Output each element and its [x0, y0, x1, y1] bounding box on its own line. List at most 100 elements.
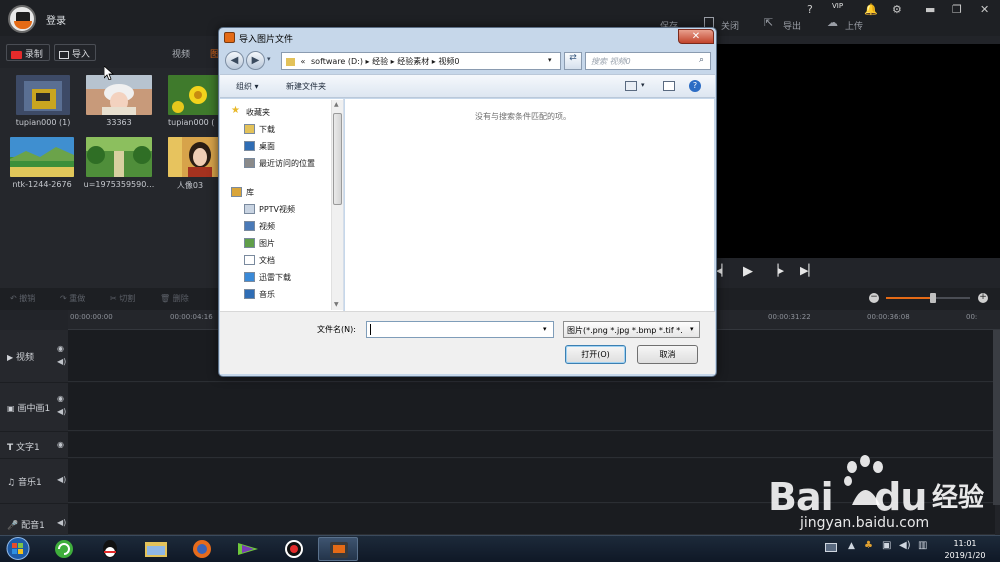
redo-button[interactable]: ↷ 重做 — [60, 293, 85, 304]
back-arrow-icon[interactable]: ◀ — [225, 51, 244, 70]
eye-icon[interactable]: ◉ — [57, 394, 64, 403]
restore-icon[interactable]: ❐ — [952, 3, 962, 16]
file-list[interactable]: 没有与搜索条件匹配的项。 — [345, 99, 714, 311]
breadcrumb[interactable]: 经验 — [372, 57, 388, 66]
help-icon[interactable]: ? — [689, 80, 701, 92]
filetype-dropdown-icon[interactable]: ▾ — [690, 325, 694, 333]
address-bar[interactable]: « software (D:) ▸ 经验 ▸ 经验素材 ▸ 视频0 ▾ — [281, 52, 561, 70]
forward-arrow-icon[interactable]: ▶ — [246, 51, 265, 70]
nav-item[interactable]: 库 — [231, 184, 341, 200]
search-input[interactable]: 搜索 视频0 — [585, 52, 711, 70]
media-thumb[interactable] — [86, 137, 152, 177]
skip-end-icon[interactable]: ▶▏ — [800, 264, 817, 277]
help-icon[interactable]: ? — [807, 3, 813, 16]
zoom-out-icon[interactable]: − — [869, 293, 879, 303]
scroll-down-icon[interactable]: ▼ — [334, 301, 339, 308]
open-button[interactable]: 打开(O) — [565, 345, 626, 364]
watermark-cn: 经验 — [932, 483, 985, 513]
start-button[interactable] — [3, 536, 33, 561]
thunder-download-icon — [244, 272, 255, 282]
media-thumb[interactable] — [168, 75, 220, 115]
taskbar-app-360[interactable] — [44, 537, 84, 561]
taskbar-clock[interactable]: 11:01 2019/1/20 — [935, 538, 995, 562]
media-label: u=1975359590… — [83, 180, 155, 189]
volume-icon[interactable]: ◀) — [57, 475, 66, 484]
nav-scrollbar[interactable]: ▲ ▼ — [331, 100, 343, 310]
media-thumb[interactable] — [16, 75, 70, 115]
tray-network-icon[interactable]: ▥ — [918, 540, 927, 551]
media-thumb[interactable] — [168, 137, 220, 177]
nav-item[interactable]: ★ 收藏夹 — [231, 104, 341, 120]
volume-icon[interactable]: ◀) — [57, 357, 66, 366]
media-label: tupian000 ( — [168, 118, 215, 127]
address-dropdown-icon[interactable]: ▾ — [548, 56, 552, 64]
refresh-icon[interactable]: ⇄ — [564, 52, 582, 70]
scroll-thumb[interactable] — [333, 113, 342, 205]
taskbar-app-qq[interactable] — [90, 537, 130, 561]
import-button[interactable]: 导入 — [54, 44, 96, 61]
next-frame-icon[interactable]: ▕▸ — [770, 264, 784, 277]
upload-button[interactable]: 上传 — [845, 19, 863, 32]
export-button[interactable]: 导出 — [783, 19, 801, 32]
track-music-name: 音乐1 — [17, 478, 42, 488]
volume-icon[interactable]: ◀) — [57, 407, 66, 416]
breadcrumb[interactable]: 视频0 — [438, 57, 459, 66]
minimize-icon[interactable]: ▬ — [925, 3, 935, 16]
zoom-slider-handle[interactable] — [930, 293, 936, 303]
login-link[interactable]: 登录 — [46, 12, 66, 27]
record-button[interactable]: 录制 — [6, 44, 50, 61]
tray-keyboard-icon[interactable] — [825, 543, 837, 552]
media-thumb[interactable] — [10, 137, 74, 177]
eye-icon[interactable]: ◉ — [57, 440, 64, 449]
taskbar-app-explorer[interactable] — [136, 537, 176, 561]
delete-button[interactable]: 🗑 删除 — [160, 293, 189, 304]
upload-icon: ☁ — [827, 16, 838, 29]
preview-pane-icon[interactable] — [663, 81, 675, 91]
breadcrumb-overflow[interactable]: « — [301, 57, 306, 66]
track-pip[interactable] — [68, 383, 995, 431]
tray-volume-icon[interactable]: ◀) — [899, 540, 911, 551]
taskbar-app-firefox[interactable] — [182, 537, 222, 561]
new-folder-button[interactable]: 新建文件夹 — [286, 81, 326, 92]
zoom-in-icon[interactable]: + — [978, 293, 988, 303]
settings-gear-icon[interactable]: ⚙ — [892, 3, 902, 16]
close-project-button[interactable]: 关闭 — [721, 19, 739, 32]
dialog-app-icon — [224, 32, 235, 43]
filetype-value: 图片(*.png *.jpg *.bmp *.tif *. — [567, 326, 683, 335]
undo-button[interactable]: ↶ 撤销 — [10, 293, 35, 304]
split-button[interactable]: ✂ 切割 — [110, 293, 135, 304]
filename-dropdown-icon[interactable]: ▾ — [543, 325, 547, 333]
recent-dropdown-icon[interactable]: ▾ — [267, 55, 271, 63]
play-icon[interactable]: ▶ — [743, 264, 753, 279]
scroll-up-icon[interactable]: ▲ — [334, 101, 339, 108]
navigation-pane: ★ 收藏夹 下载 桌面 最近访问的位置库 PPTV视频 视频 图片 文档 迅雷下载 音乐 ▲ ▼ — [220, 99, 344, 311]
media-thumb[interactable] — [86, 75, 152, 115]
volume-icon[interactable]: ◀) — [57, 518, 66, 527]
close-app-icon[interactable]: ✕ — [980, 3, 989, 16]
view-options-icon[interactable] — [625, 81, 637, 91]
breadcrumb[interactable]: 经验素材 — [397, 57, 429, 66]
breadcrumb[interactable]: software (D:) — [311, 57, 363, 66]
tray-expand-icon[interactable]: ▲ — [848, 541, 855, 551]
filetype-select[interactable]: 图片(*.png *.jpg *.bmp *.tif *. ▾ — [563, 321, 700, 338]
media-label: ntk-1244-2676 — [12, 180, 72, 189]
nav-item-label: 视频 — [259, 222, 275, 231]
filename-input[interactable]: ▾ — [366, 321, 554, 338]
prev-frame-icon[interactable]: ◂▏ — [716, 264, 730, 277]
search-icon[interactable]: ⌕ — [699, 55, 704, 65]
eye-icon[interactable]: ◉ — [57, 344, 64, 353]
record-icon — [11, 50, 22, 59]
cancel-button[interactable]: 取消 — [637, 345, 698, 364]
vip-badge[interactable]: VIP — [832, 2, 843, 10]
notification-icon[interactable]: 🔔 — [864, 3, 878, 16]
tab-video[interactable]: 视频 — [172, 47, 190, 60]
dialog-close-button[interactable]: ✕ — [678, 29, 714, 44]
watermark-brand-bai: Bai — [768, 475, 834, 519]
view-dropdown-icon[interactable]: ▾ — [641, 81, 645, 89]
taskbar-app-video[interactable] — [228, 537, 268, 561]
taskbar-app-recorder[interactable] — [274, 537, 314, 561]
tray-app-icon[interactable]: ♣ — [864, 540, 873, 551]
organize-menu[interactable]: 组织 ▾ — [236, 81, 259, 92]
tray-device-icon[interactable]: ▣ — [882, 540, 891, 551]
taskbar-app-editor[interactable] — [318, 537, 358, 561]
